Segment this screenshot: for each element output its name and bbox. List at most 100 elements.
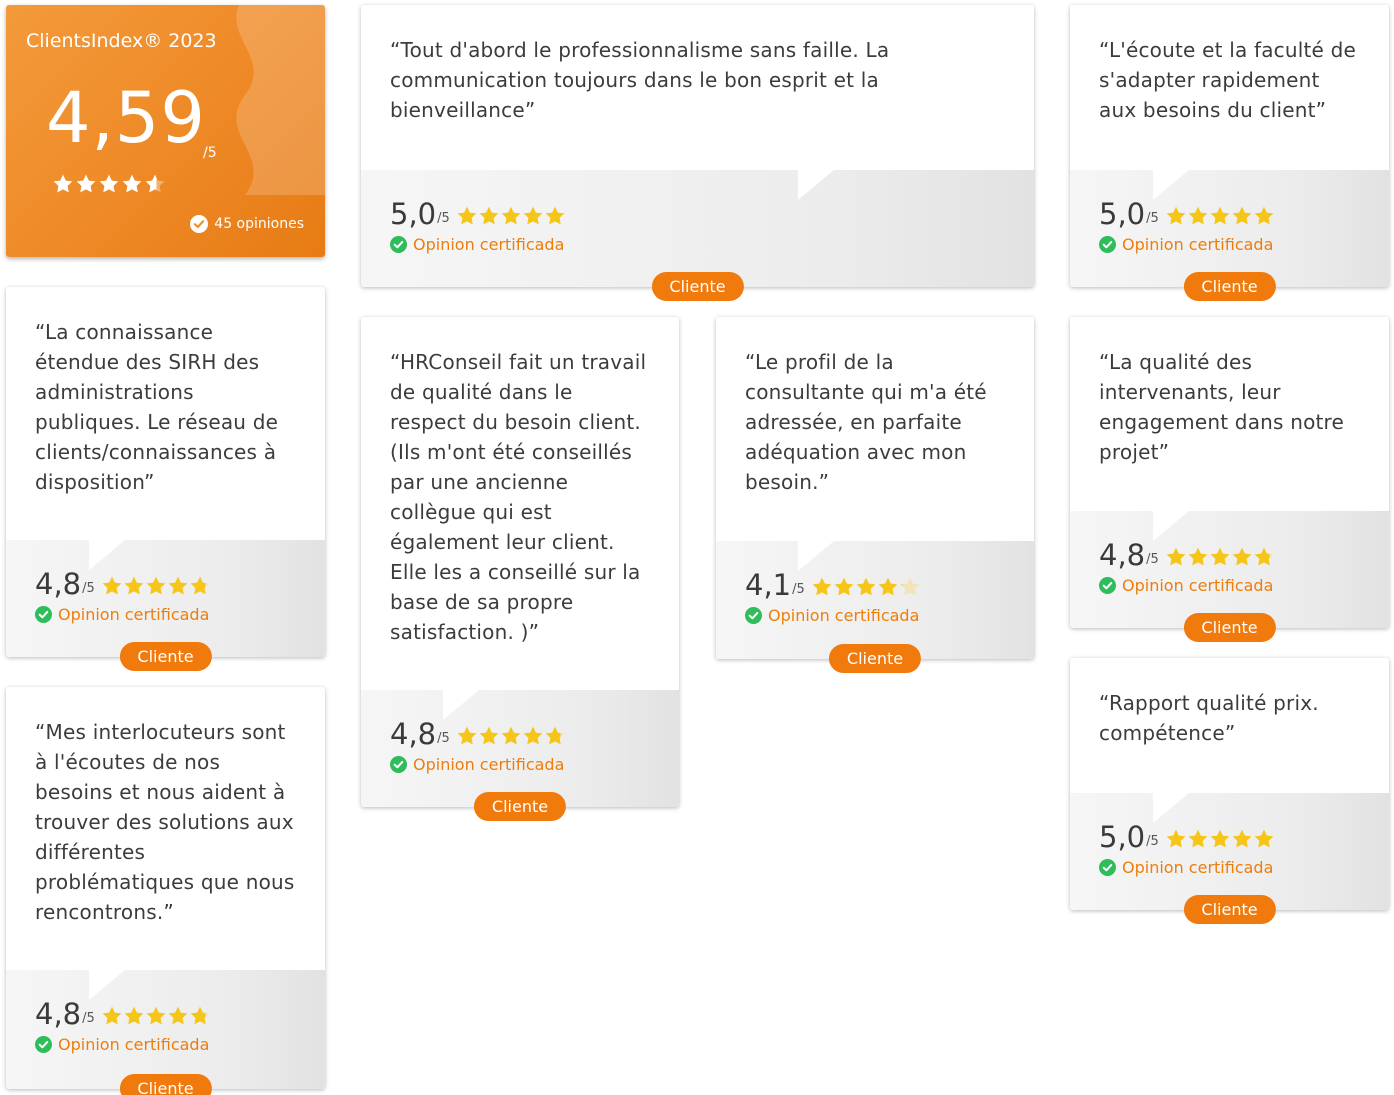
star-icon — [76, 174, 96, 193]
star-icon — [523, 726, 543, 745]
star-icon — [900, 577, 920, 596]
check-circle-icon — [35, 1036, 52, 1053]
review-rating: 4,1/5 — [745, 571, 921, 600]
check-circle-icon — [390, 756, 407, 773]
star-icon — [479, 726, 499, 745]
star-icon — [102, 576, 122, 595]
star-icon — [1210, 547, 1230, 566]
certified-label: Opinion certificada — [1122, 235, 1274, 254]
review-quote: “Le profil de la consultante qui m'a été… — [745, 350, 987, 494]
star-icon — [545, 726, 565, 745]
check-circle-icon — [35, 606, 52, 623]
certified-opinion: Opinion certificada — [390, 755, 564, 774]
certified-label: Opinion certificada — [768, 606, 920, 625]
star-icon — [457, 206, 477, 225]
speech-notch-icon — [443, 690, 479, 720]
star-icon — [1166, 829, 1186, 848]
speech-notch-icon — [798, 170, 834, 200]
review-score: 5,0 — [1099, 197, 1146, 231]
review-score-out-of: /5 — [1146, 552, 1159, 567]
summary-star-rating — [52, 173, 166, 195]
client-badge: Cliente — [828, 644, 922, 673]
speech-notch-icon — [1153, 793, 1189, 823]
review-score: 5,0 — [390, 197, 437, 231]
review-score-out-of: /5 — [82, 1011, 95, 1026]
client-badge: Cliente — [651, 272, 744, 301]
star-icon — [1188, 547, 1208, 566]
star-icon — [99, 174, 119, 193]
review-score-out-of: /5 — [1146, 834, 1159, 849]
review-star-rating — [1165, 828, 1275, 850]
star-icon — [1166, 547, 1186, 566]
star-icon — [146, 1006, 166, 1025]
star-icon — [1254, 206, 1274, 225]
review-star-rating — [1165, 546, 1275, 568]
star-icon — [457, 726, 477, 745]
check-circle-icon — [390, 236, 407, 253]
client-badge: Cliente — [119, 1074, 212, 1095]
star-icon — [168, 576, 188, 595]
star-icon — [501, 206, 521, 225]
star-icon — [1254, 547, 1274, 566]
client-badge: Cliente — [1183, 613, 1276, 642]
review-card: “HRConseil fait un travail de qualité da… — [361, 317, 679, 821]
review-quote: “La connaissance étendue des SIRH des ad… — [35, 320, 279, 494]
star-icon — [122, 174, 142, 193]
review-score-out-of: /5 — [437, 731, 450, 746]
star-icon — [878, 577, 898, 596]
star-icon — [168, 1006, 188, 1025]
certified-opinion: Opinion certificada — [745, 606, 919, 625]
review-score: 4,8 — [35, 567, 82, 601]
review-card: “L'écoute et la faculté de s'adapter rap… — [1070, 5, 1389, 301]
certified-opinion: Opinion certificada — [390, 235, 564, 254]
review-star-rating — [456, 205, 566, 227]
check-circle-icon — [190, 215, 209, 233]
certified-label: Opinion certificada — [413, 235, 565, 254]
client-badge: Cliente — [1183, 895, 1276, 924]
review-quote: “L'écoute et la faculté de s'adapter rap… — [1099, 38, 1357, 122]
certified-label: Opinion certificada — [58, 605, 210, 624]
decorative-wave-icon — [236, 5, 325, 195]
star-icon — [856, 577, 876, 596]
review-rating: 5,0/5 — [1099, 823, 1275, 852]
summary-out-of: /5 — [203, 145, 217, 161]
star-icon — [812, 577, 832, 596]
star-icon — [501, 726, 521, 745]
review-rating: 4,8/5 — [35, 570, 211, 599]
review-quote-area: “L'écoute et la faculté de s'adapter rap… — [1070, 5, 1389, 200]
review-rating: 4,8/5 — [35, 1000, 211, 1029]
review-card: “La connaissance étendue des SIRH des ad… — [6, 287, 325, 671]
speech-notch-icon — [1153, 511, 1189, 541]
review-score: 4,8 — [390, 717, 437, 751]
star-icon — [523, 206, 543, 225]
review-quote: “HRConseil fait un travail de qualité da… — [390, 350, 647, 644]
check-circle-icon — [1099, 859, 1116, 876]
star-icon — [1188, 206, 1208, 225]
speech-notch-icon — [89, 540, 125, 570]
certified-label: Opinion certificada — [413, 755, 565, 774]
star-icon — [53, 174, 73, 193]
review-quote-area: “Tout d'abord le professionnalisme sans … — [361, 5, 1034, 200]
review-rating: 5,0/5 — [1099, 200, 1275, 229]
review-quote-area: “Le profil de la consultante qui m'a été… — [716, 317, 1034, 571]
star-icon — [145, 174, 165, 193]
star-icon — [1232, 829, 1252, 848]
review-score: 5,0 — [1099, 820, 1146, 854]
review-quote-area: “HRConseil fait un travail de qualité da… — [361, 317, 679, 720]
star-icon — [545, 206, 565, 225]
star-icon — [1166, 206, 1186, 225]
review-rating: 4,8/5 — [1099, 541, 1275, 570]
summary-brand: ClientsIndex® 2023 — [26, 30, 217, 52]
star-icon — [1232, 206, 1252, 225]
speech-notch-icon — [1153, 170, 1189, 200]
review-quote: “Rapport qualité prix. compétence” — [1099, 691, 1319, 745]
certified-opinion: Opinion certificada — [1099, 576, 1273, 595]
review-card: “Tout d'abord le professionnalisme sans … — [361, 5, 1034, 301]
summary-score: 4,59 — [46, 77, 206, 159]
star-icon — [1210, 206, 1230, 225]
summary-review-count: 45 opiniones — [190, 215, 304, 233]
summary-count-label: 45 opiniones — [214, 216, 304, 232]
star-icon — [1254, 829, 1274, 848]
certified-opinion: Opinion certificada — [1099, 858, 1273, 877]
review-card: “Le profil de la consultante qui m'a été… — [716, 317, 1034, 673]
